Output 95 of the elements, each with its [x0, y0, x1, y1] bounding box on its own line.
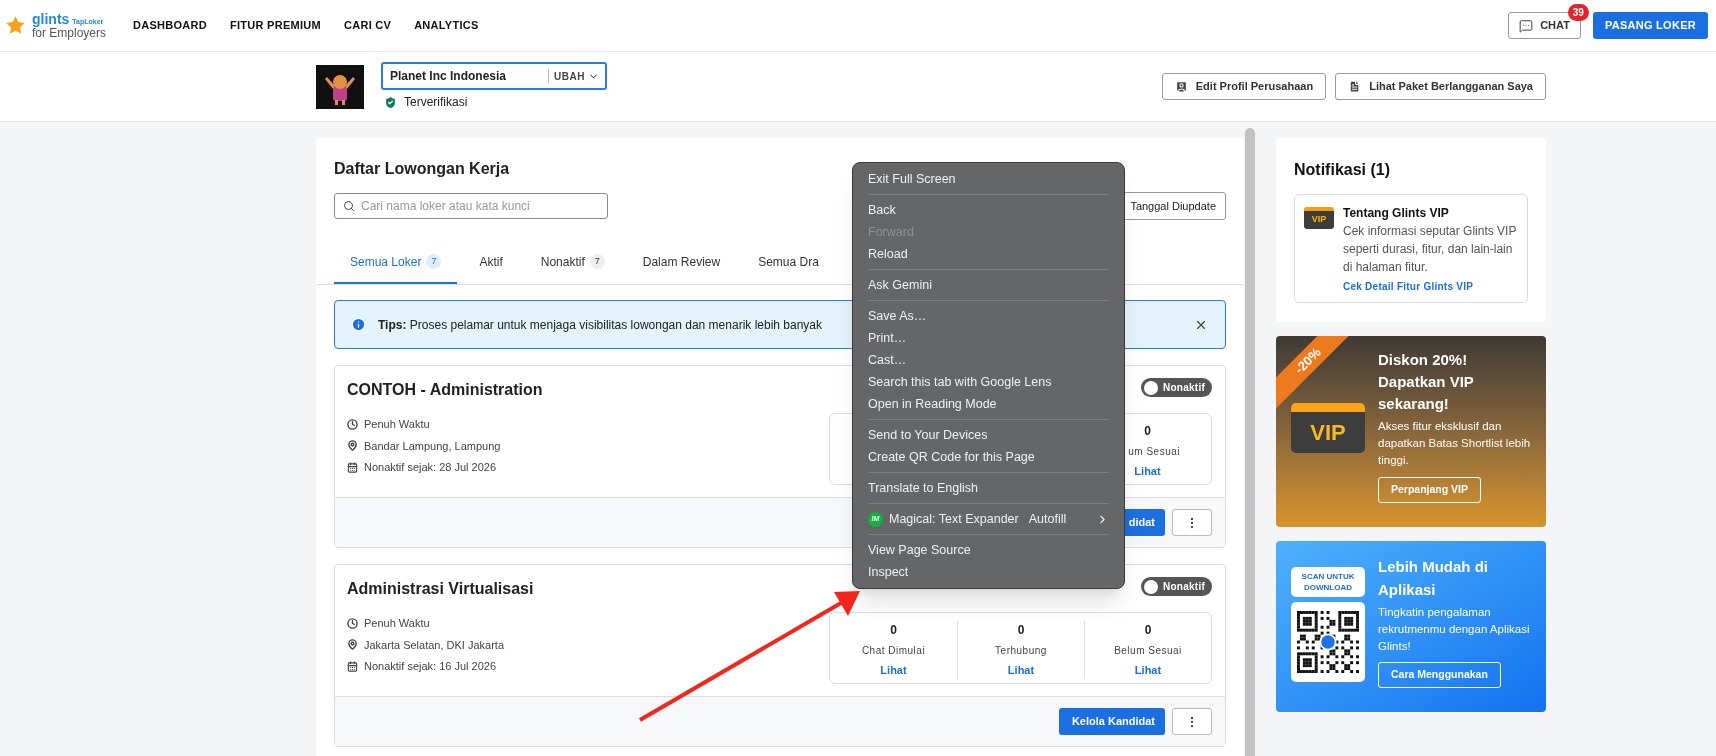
notification-title: Notifikasi (1) [1294, 160, 1391, 180]
tab[interactable]: Semua Dra [742, 241, 835, 284]
menu-item[interactable]: Open in Reading Mode [868, 393, 1109, 415]
view-link[interactable]: Lihat [1134, 662, 1162, 679]
vip-badge-icon: VIP [1291, 403, 1365, 453]
document-icon [1348, 80, 1362, 93]
inactive-date: Nonaktif sejak: 28 Jul 2026 [364, 460, 497, 475]
clock-icon [347, 617, 358, 629]
stat-label: um Sesuai [1128, 445, 1181, 459]
verified-shield-icon [383, 94, 398, 110]
tab-count: 7 [426, 253, 442, 270]
logo-name: glints [32, 12, 70, 26]
stat-value: 0 [890, 622, 897, 639]
menu-item[interactable]: Back [868, 199, 1109, 221]
menu-item[interactable]: Translate to English [868, 477, 1109, 499]
nav-link[interactable]: CARI CV [344, 17, 392, 34]
tip-text: Tips: Proses pelamar untuk menjaga visibilitas lowongan dan menarik lebih banyak [378, 316, 823, 334]
job-title[interactable]: Administrasi Virtualisasi [347, 577, 534, 601]
tab[interactable]: Nonaktif 7 [524, 241, 621, 284]
stat-label: Chat Dimulai [861, 644, 926, 658]
scan-bubble: SCAN UNTUK DOWNLOAD [1291, 567, 1365, 597]
search-icon [343, 200, 355, 212]
stat-label: Belum Sesuai [1114, 644, 1182, 658]
search-input[interactable]: Cari nama loker atau kata kunci [361, 197, 599, 215]
feature-detail-link[interactable]: Cek Detail Fitur Glints VIP [1343, 279, 1521, 294]
more-button[interactable] [1172, 509, 1212, 536]
search-field[interactable]: Cari nama loker atau kata kunci [334, 193, 608, 219]
unread-badge: 39 [1567, 4, 1589, 21]
company-name: Planet Inc Indonesia [390, 68, 508, 85]
discount-title: Diskon 20%! Dapatkan VIP sekarang! [1378, 350, 1475, 414]
menu-item[interactable]: Save As… [868, 305, 1109, 327]
calendar-icon [347, 461, 358, 473]
location-icon [347, 440, 358, 452]
profile-icon [1174, 80, 1188, 93]
job-type: Penuh Waktu [364, 616, 430, 631]
menu-item[interactable]: Ask Gemini [868, 274, 1109, 296]
chat-icon [1519, 18, 1534, 33]
view-link[interactable]: Lihat [1134, 463, 1161, 480]
calendar-icon [347, 660, 358, 672]
verified-label: Terverifikasi [404, 94, 468, 111]
how-to-use-button[interactable]: Cara Menggunakan [1378, 662, 1501, 688]
menu-item[interactable]: Create QR Code for this Page [868, 446, 1109, 468]
notification-text: Cek informasi seputar Glints VIP seperti durasi, fitur, dan lain-lain di halaman fitur. [1343, 223, 1518, 276]
status-toggle[interactable]: Nonaktif [1141, 577, 1212, 596]
app-title: Lebih Mudah di Aplikasi [1378, 557, 1489, 600]
view-plan-button[interactable]: Lihat Paket Berlangganan Saya [1335, 73, 1546, 100]
status-label: Nonaktif [1163, 580, 1205, 594]
menu-item[interactable]: Search this tab with Google Lens [868, 371, 1109, 393]
app-text: Tingkatin pengalaman rekrutmenmu dengan Aplikasi Glints! [1378, 605, 1531, 654]
stat-value: 0 [1144, 423, 1151, 440]
job-location: Jakarta Selatan, DKI Jakarta [364, 637, 504, 653]
tab[interactable]: Aktif [463, 241, 519, 284]
more-button[interactable] [1172, 708, 1212, 735]
clock-icon [347, 418, 358, 430]
status-toggle[interactable]: Nonaktif [1141, 378, 1212, 397]
view-link[interactable]: Lihat [880, 662, 907, 679]
notification-item-title: Tentang Glints VIP [1343, 205, 1450, 222]
menu-item[interactable]: Send to Your Devices [868, 424, 1109, 446]
info-icon [351, 317, 366, 332]
vip-icon: VIP [1304, 207, 1334, 229]
status-label: Nonaktif [1163, 381, 1205, 395]
job-location: Bandar Lampung, Lampung [364, 438, 501, 454]
logo-subtitle: for Employers [32, 27, 107, 39]
edit-profile-button[interactable]: Edit Profil Perusahaan [1161, 73, 1327, 100]
post-job-button[interactable]: PASANG LOKER [1592, 12, 1708, 39]
menu-item[interactable]: Print… [868, 327, 1109, 349]
renew-vip-button[interactable]: Perpanjang VIP [1378, 477, 1482, 503]
job-title[interactable]: CONTOH - Administration [347, 378, 543, 402]
notification-item[interactable]: VIP Tentang Glints VIP Cek informasi seputar Glints VIP seperti durasi, fitur, dan lain-lain di halaman fitur. Cek Detail Fitur Glints VIP [1294, 194, 1528, 303]
star-logo-icon [5, 15, 26, 36]
nav-link[interactable]: DASHBOARD [133, 17, 207, 34]
stat-label: Terhubung [995, 644, 1047, 658]
location-icon [347, 639, 358, 651]
inactive-date: Nonaktif sejak: 16 Jul 2026 [364, 659, 497, 674]
nav-link[interactable]: FITUR PREMIUM [230, 17, 321, 34]
menu-item[interactable]: Reload [868, 243, 1109, 265]
tab[interactable]: Semua Loker 7 [334, 241, 458, 284]
view-link[interactable]: Lihat [1007, 662, 1035, 679]
job-type: Penuh Waktu [364, 417, 430, 432]
menu-item[interactable]: View Page Source [868, 539, 1109, 561]
section-title: Daftar Lowongan Kerja [334, 159, 510, 179]
company-selector[interactable]: Planet Inc Indonesia UBAH [381, 62, 607, 90]
scrollbar[interactable] [1245, 128, 1255, 756]
qr-code [1297, 611, 1359, 673]
tab-count: 7 [589, 253, 605, 270]
change-label: UBAH [554, 69, 585, 84]
nav-link[interactable]: ANALYTICS [414, 17, 479, 34]
stat-value: 0 [1017, 622, 1025, 639]
menu-item[interactable]: Exit Full Screen [868, 168, 1109, 190]
stat-value: 0 [1144, 622, 1152, 639]
manage-candidates-button[interactable]: Kelola Kandidat [1059, 708, 1165, 735]
menu-item[interactable]: Inspect [868, 561, 1109, 583]
menu-item[interactable]: Cast… [868, 349, 1109, 371]
tab[interactable]: Dalam Review [626, 241, 737, 284]
discount-text: Akses fitur eksklusif dan dapatkan Batas Shortlist lebih tinggi. [1378, 419, 1532, 468]
